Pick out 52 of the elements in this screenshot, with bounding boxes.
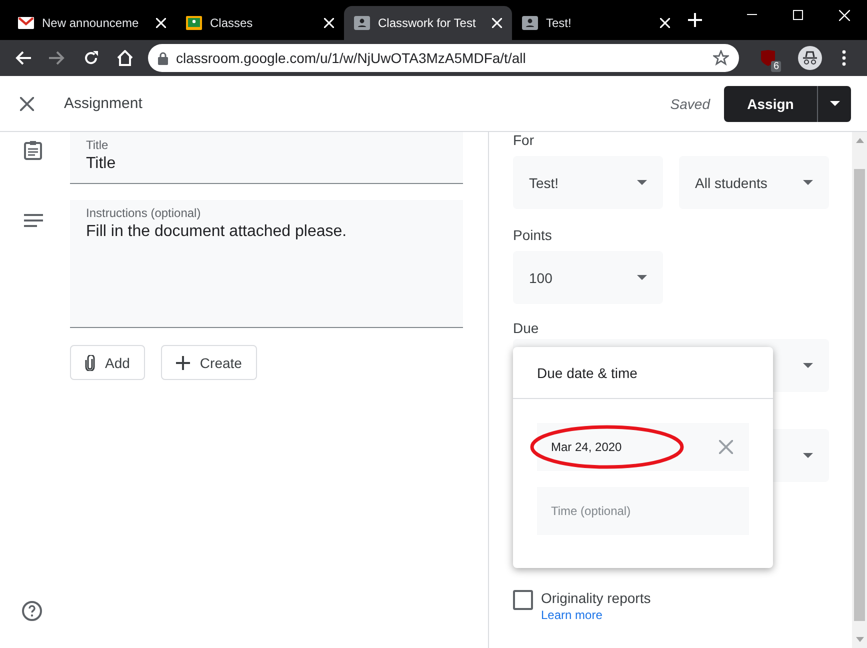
class-select[interactable]: Test! xyxy=(513,156,663,209)
originality-label: Originality reports xyxy=(541,590,651,606)
dropdown-caret-icon xyxy=(637,180,647,185)
instructions-field[interactable]: Instructions (optional) Fill in the document attached please. xyxy=(70,200,463,328)
for-label: For xyxy=(513,132,535,150)
dropdown-caret-icon xyxy=(803,453,813,458)
plus-icon xyxy=(176,356,190,370)
browser-tab[interactable]: Classes xyxy=(176,6,344,40)
browser-tab[interactable]: Classwork for Test xyxy=(344,6,512,40)
dropdown-caret-icon xyxy=(637,275,647,280)
clipboard-icon xyxy=(24,140,42,160)
learn-more-link[interactable]: Learn more xyxy=(541,608,651,622)
back-arrow-icon[interactable] xyxy=(15,51,31,65)
points-label: Points xyxy=(513,227,553,245)
menu-icon[interactable] xyxy=(842,50,846,66)
star-icon[interactable] xyxy=(713,50,729,66)
help-icon[interactable] xyxy=(22,601,42,621)
browser-tab[interactable]: New announceme xyxy=(8,6,176,40)
dropdown-caret-icon xyxy=(803,180,813,185)
originality-checkbox[interactable] xyxy=(513,590,533,610)
popup-title: Due date & time xyxy=(513,347,773,399)
paperclip-icon xyxy=(85,354,95,370)
person-icon xyxy=(522,16,538,30)
new-tab-icon[interactable] xyxy=(688,13,702,27)
dropdown-caret-icon xyxy=(803,363,813,368)
close-icon[interactable] xyxy=(20,96,34,110)
attach-button[interactable]: Create xyxy=(160,345,257,380)
due-label: Due xyxy=(513,320,540,338)
text-lines-icon xyxy=(24,214,42,227)
classroom-icon xyxy=(186,16,202,30)
scrollbar-thumb[interactable] xyxy=(854,169,865,621)
minimize-icon[interactable] xyxy=(747,14,757,16)
title-field[interactable]: Title Title xyxy=(70,132,463,184)
attach-button[interactable]: Add xyxy=(70,345,145,380)
lock-icon xyxy=(158,52,168,64)
assign-button[interactable]: Assign xyxy=(724,86,817,122)
points-select[interactable]: 100 xyxy=(513,251,663,304)
incognito-icon[interactable] xyxy=(798,46,822,70)
reload-icon[interactable] xyxy=(83,50,99,66)
home-icon[interactable] xyxy=(116,50,134,66)
maximize-icon[interactable] xyxy=(793,10,803,20)
assign-options-button[interactable] xyxy=(817,86,851,122)
students-select[interactable]: All students xyxy=(679,156,829,209)
forward-arrow-icon[interactable] xyxy=(49,51,65,65)
mail-icon xyxy=(18,17,34,29)
browser-tab[interactable]: Test! xyxy=(512,6,680,40)
person-icon xyxy=(354,16,370,30)
saved-status: Saved xyxy=(670,96,710,112)
extension-badge: 6 xyxy=(771,61,781,72)
address-bar[interactable]: classroom.google.com/u/1/w/NjUwOTA3MzA5MDFa/t/all xyxy=(148,44,739,72)
page-title: Assignment xyxy=(64,95,144,112)
dropdown-caret-icon xyxy=(830,101,840,106)
